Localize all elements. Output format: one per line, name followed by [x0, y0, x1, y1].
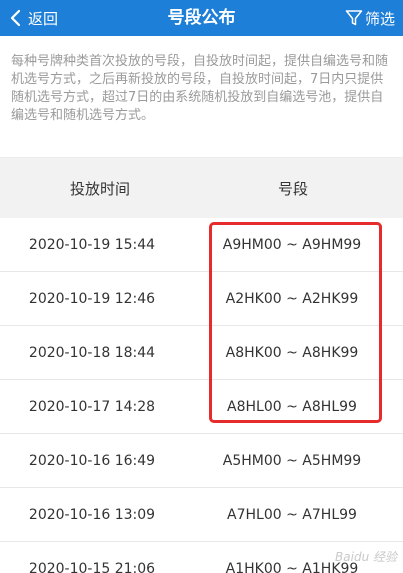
row-time: 2020-10-16 16:49: [28, 452, 156, 469]
table-row[interactable]: 2020-10-18 18:44 A8HK00 ~ A8HK99: [0, 326, 403, 380]
table-row[interactable]: 2020-10-15 21:06 A1HK00 ~ A1HK99: [0, 542, 403, 573]
row-time: 2020-10-18 18:44: [28, 344, 156, 361]
table-row[interactable]: 2020-10-17 14:28 A8HL00 ~ A8HL99: [0, 380, 403, 434]
row-range: A1HK00 ~ A1HK99: [225, 560, 359, 573]
back-button-label: 返回: [28, 9, 59, 28]
table-row[interactable]: 2020-10-19 15:44 A9HM00 ~ A9HM99: [0, 218, 403, 272]
row-range: A9HM00 ~ A9HM99: [222, 236, 362, 253]
funnel-icon: [345, 10, 363, 26]
plate-range-list: 2020-10-19 15:44 A9HM00 ~ A9HM99 2020-10…: [0, 218, 403, 573]
table-row[interactable]: 2020-10-19 12:46 A2HK00 ~ A2HK99: [0, 272, 403, 326]
filter-button-label: 筛选: [364, 9, 395, 28]
top-nav-bar: 返回 号段公布 筛选: [0, 0, 403, 36]
row-time: 2020-10-17 14:28: [28, 398, 156, 415]
table-row[interactable]: 2020-10-16 16:49 A5HM00 ~ A5HM99: [0, 434, 403, 488]
column-header-range: 号段: [277, 179, 308, 198]
back-button[interactable]: 返回: [6, 0, 58, 36]
row-time: 2020-10-19 15:44: [28, 236, 156, 253]
row-time: 2020-10-15 21:06: [28, 560, 156, 573]
column-header-time: 投放时间: [69, 179, 130, 198]
chevron-left-icon: [10, 9, 21, 27]
filter-button[interactable]: 筛选: [345, 0, 395, 36]
row-range: A7HL00 ~ A7HL99: [227, 506, 357, 523]
table-header: 投放时间 号段: [0, 158, 403, 218]
row-range: A8HL00 ~ A8HL99: [227, 398, 357, 415]
row-time: 2020-10-16 13:09: [28, 506, 156, 523]
notice-text: 每种号牌种类首次投放的号段，自投放时间起，提供自编选号和随机选号方式，之后再新投…: [0, 36, 403, 158]
row-range: A2HK00 ~ A2HK99: [225, 290, 359, 307]
page-title: 号段公布: [167, 8, 236, 28]
row-range: A5HM00 ~ A5HM99: [222, 452, 362, 469]
row-range: A8HK00 ~ A8HK99: [225, 344, 359, 361]
table-row[interactable]: 2020-10-16 13:09 A7HL00 ~ A7HL99: [0, 488, 403, 542]
row-time: 2020-10-19 12:46: [28, 290, 156, 307]
